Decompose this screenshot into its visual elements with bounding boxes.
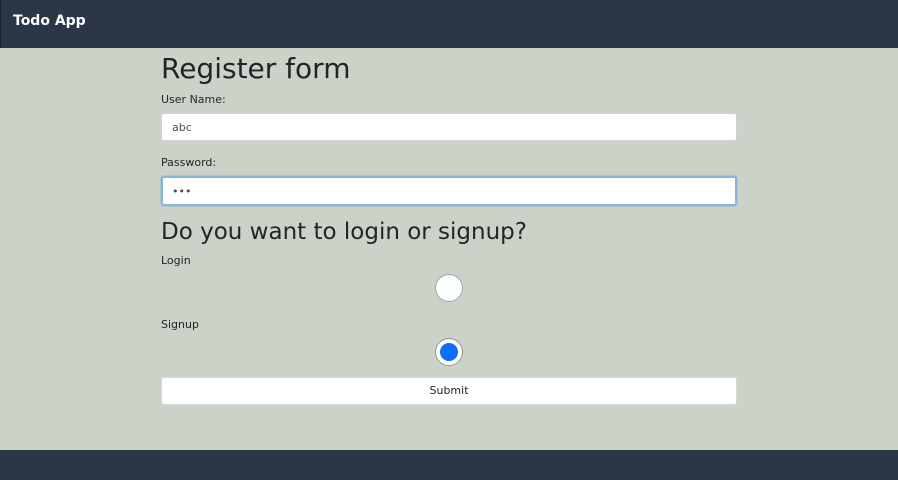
form-title: Register form <box>161 52 351 85</box>
signup-radio-dot <box>440 343 458 361</box>
mode-question-heading: Do you want to login or signup? <box>161 219 527 245</box>
submit-button[interactable]: Submit <box>161 377 737 405</box>
signup-option-label: Signup <box>161 318 199 331</box>
username-input[interactable] <box>161 113 737 141</box>
app-brand-link[interactable]: Todo App <box>13 13 86 29</box>
signup-radio[interactable] <box>435 338 463 366</box>
username-label: User Name: <box>161 93 226 106</box>
password-input[interactable] <box>161 176 737 206</box>
password-label: Password: <box>161 156 217 169</box>
login-radio[interactable] <box>435 274 463 302</box>
footer-bar <box>0 450 898 480</box>
login-option-label: Login <box>161 254 191 267</box>
top-navbar: Todo App <box>0 0 898 48</box>
